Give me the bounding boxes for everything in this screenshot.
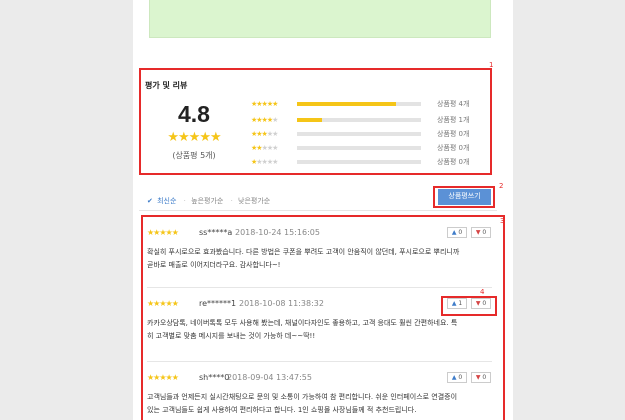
review-author: re******1 [199, 299, 237, 308]
divider [147, 361, 492, 362]
dislike-count: 0 [482, 300, 487, 307]
thumbs-up-icon: ▲ [451, 229, 457, 236]
review-list: ★★★★★ ss*****a 2018-10-24 15:16:05 확실히 푸시로으… [133, 0, 513, 420]
like-count: 0 [458, 229, 463, 236]
review-text-line: 곧바로 매출로 이어지더라구요. 감사합니다~! [147, 261, 281, 269]
like-button[interactable]: ▲ 0 [447, 227, 467, 238]
dislike-button[interactable]: ▼ 0 [471, 372, 491, 383]
thumbs-down-icon: ▼ [475, 300, 481, 307]
thumbs-up-icon: ▲ [451, 374, 457, 381]
divider [147, 287, 492, 288]
dislike-count: 0 [482, 374, 487, 381]
like-count: 0 [458, 374, 463, 381]
review-date: 2018-09-04 13:47:55 [227, 373, 312, 382]
like-button[interactable]: ▲ 1 [447, 298, 467, 309]
review-text-line: 히 고객별로 맞춤 메시지를 보내는 것이 가능하 데~~딱!! [147, 332, 316, 340]
review-author: ss*****a [199, 228, 233, 237]
review-stars: ★★★★★ [147, 228, 179, 237]
review-date: 2018-10-24 15:16:05 [235, 228, 320, 237]
review-text-line: 카카오상담톡, 네이버톡톡 모두 사용해 봤는데, 채널이다자인도 좋용하고, … [147, 319, 458, 327]
thumbs-up-icon: ▲ [451, 300, 457, 307]
dislike-button[interactable]: ▼ 0 [471, 298, 491, 309]
review-item: ★★★★★ re******1 2018-10-08 11:38:32 카카오상담톡,… [147, 298, 492, 359]
dislike-count: 0 [482, 229, 487, 236]
review-text-line: 확실히 푸시로으로 효과봤습니다. 다른 방법은 쿠폰을 뿌려도 고객이 안움직… [147, 248, 460, 256]
review-item: ★★★★★ ss*****a 2018-10-24 15:16:05 확실히 푸시로으… [147, 227, 492, 288]
like-button[interactable]: ▲ 0 [447, 372, 467, 383]
like-count: 1 [458, 300, 463, 307]
review-text-line: 고객님들과 언제든지 실시간채팅으로 문의 및 소통이 가능하여 참 편리합니다… [147, 393, 458, 401]
review-stars: ★★★★★ [147, 373, 179, 382]
review-item: ★★★★★ sh****0 2018-09-04 13:47:55 고객님들과 언제든… [147, 372, 492, 420]
review-author: sh****0 [199, 373, 230, 382]
review-text-line: 있는 고객님들도 쉽게 사용하여 편리하다고 합니다. 1인 쇼핑몰 사장님들께… [147, 406, 417, 414]
thumbs-down-icon: ▼ [475, 229, 481, 236]
review-stars: ★★★★★ [147, 299, 179, 308]
thumbs-down-icon: ▼ [475, 374, 481, 381]
review-date: 2018-10-08 11:38:32 [239, 299, 324, 308]
dislike-button[interactable]: ▼ 0 [471, 227, 491, 238]
